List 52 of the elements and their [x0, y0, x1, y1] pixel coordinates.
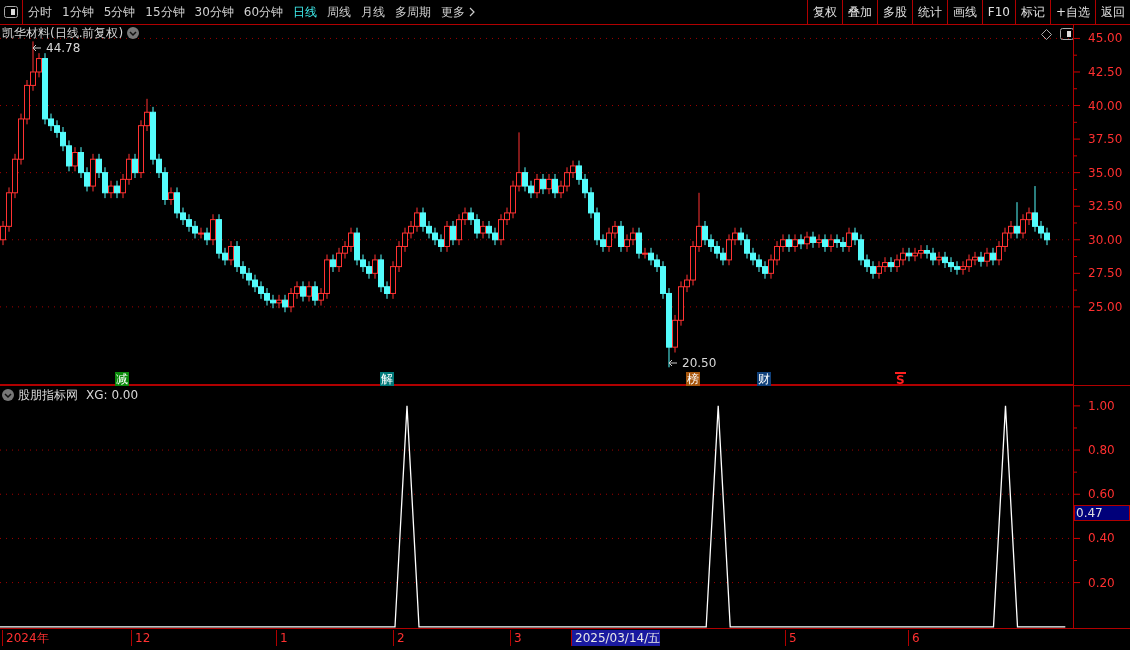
- price-label: 44.78: [46, 40, 81, 58]
- period-tab[interactable]: 60分钟: [238, 0, 289, 24]
- date-label: 3: [510, 630, 522, 646]
- toolbar-button[interactable]: 叠加: [841, 0, 877, 24]
- period-tab[interactable]: 1分钟: [57, 0, 99, 24]
- toolbar-button[interactable]: 返回: [1095, 0, 1130, 24]
- date-label: 1: [276, 630, 288, 646]
- axis-label: 0.40: [1088, 531, 1115, 546]
- period-tab[interactable]: 日线: [288, 0, 323, 24]
- axis-label: 0.20: [1088, 575, 1115, 590]
- period-tab[interactable]: 多周期: [390, 0, 437, 24]
- period-tab[interactable]: 周线: [322, 0, 357, 24]
- period-tab[interactable]: 30分钟: [189, 0, 239, 24]
- period-tab[interactable]: 5分钟: [98, 0, 141, 24]
- axis-label: 45.00: [1088, 31, 1123, 46]
- period-tab[interactable]: 15分钟: [140, 0, 190, 24]
- toolbar-button[interactable]: 复权: [806, 0, 842, 24]
- toolbar-button[interactable]: F10: [981, 0, 1015, 24]
- toolbar-button[interactable]: 标记: [1014, 0, 1050, 24]
- stock-title: 凯华材料(日线.前复权): [2, 25, 124, 42]
- date-label: 2: [393, 630, 405, 646]
- axis-label: 1.00: [1088, 398, 1115, 413]
- toolbar-button[interactable]: +自选: [1049, 0, 1095, 24]
- date-label: 5: [785, 630, 797, 646]
- indicator-reading: XG: 0.00: [86, 387, 139, 404]
- event-marker: 解: [380, 372, 394, 386]
- event-marker: 榜: [686, 372, 700, 386]
- toolbar-button[interactable]: 统计: [911, 0, 947, 24]
- cursor-value: 0.47: [1074, 505, 1130, 521]
- date-label: 2024年: [2, 630, 49, 646]
- period-tab[interactable]: 分时: [23, 0, 57, 24]
- axis-label: 32.50: [1088, 199, 1123, 214]
- axis-label: 27.50: [1088, 266, 1123, 281]
- axis-label: 0.60: [1088, 487, 1115, 502]
- date-label: 12: [131, 630, 151, 646]
- axis-label: 25.00: [1088, 299, 1123, 314]
- toolbar-button[interactable]: 画线: [946, 0, 982, 24]
- date-label: 6: [908, 630, 920, 646]
- axis-label: 42.50: [1088, 64, 1123, 79]
- date-label: 2025/03/14/五: [571, 630, 661, 646]
- period-tab[interactable]: 月线: [356, 0, 391, 24]
- axis-label: 37.50: [1088, 132, 1123, 147]
- toolbar-button[interactable]: 多股: [876, 0, 912, 24]
- more-menu[interactable]: 更多: [436, 0, 481, 24]
- axis-label: 0.80: [1088, 443, 1115, 458]
- axis-label: 35.00: [1088, 165, 1123, 180]
- event-marker: 减: [115, 372, 129, 386]
- price-label: 20.50: [682, 355, 717, 373]
- axis-label: 40.00: [1088, 98, 1123, 113]
- axis-label: 30.00: [1088, 232, 1123, 247]
- indicator-name: 股朋指标网: [18, 387, 78, 404]
- event-marker: 财: [757, 372, 771, 386]
